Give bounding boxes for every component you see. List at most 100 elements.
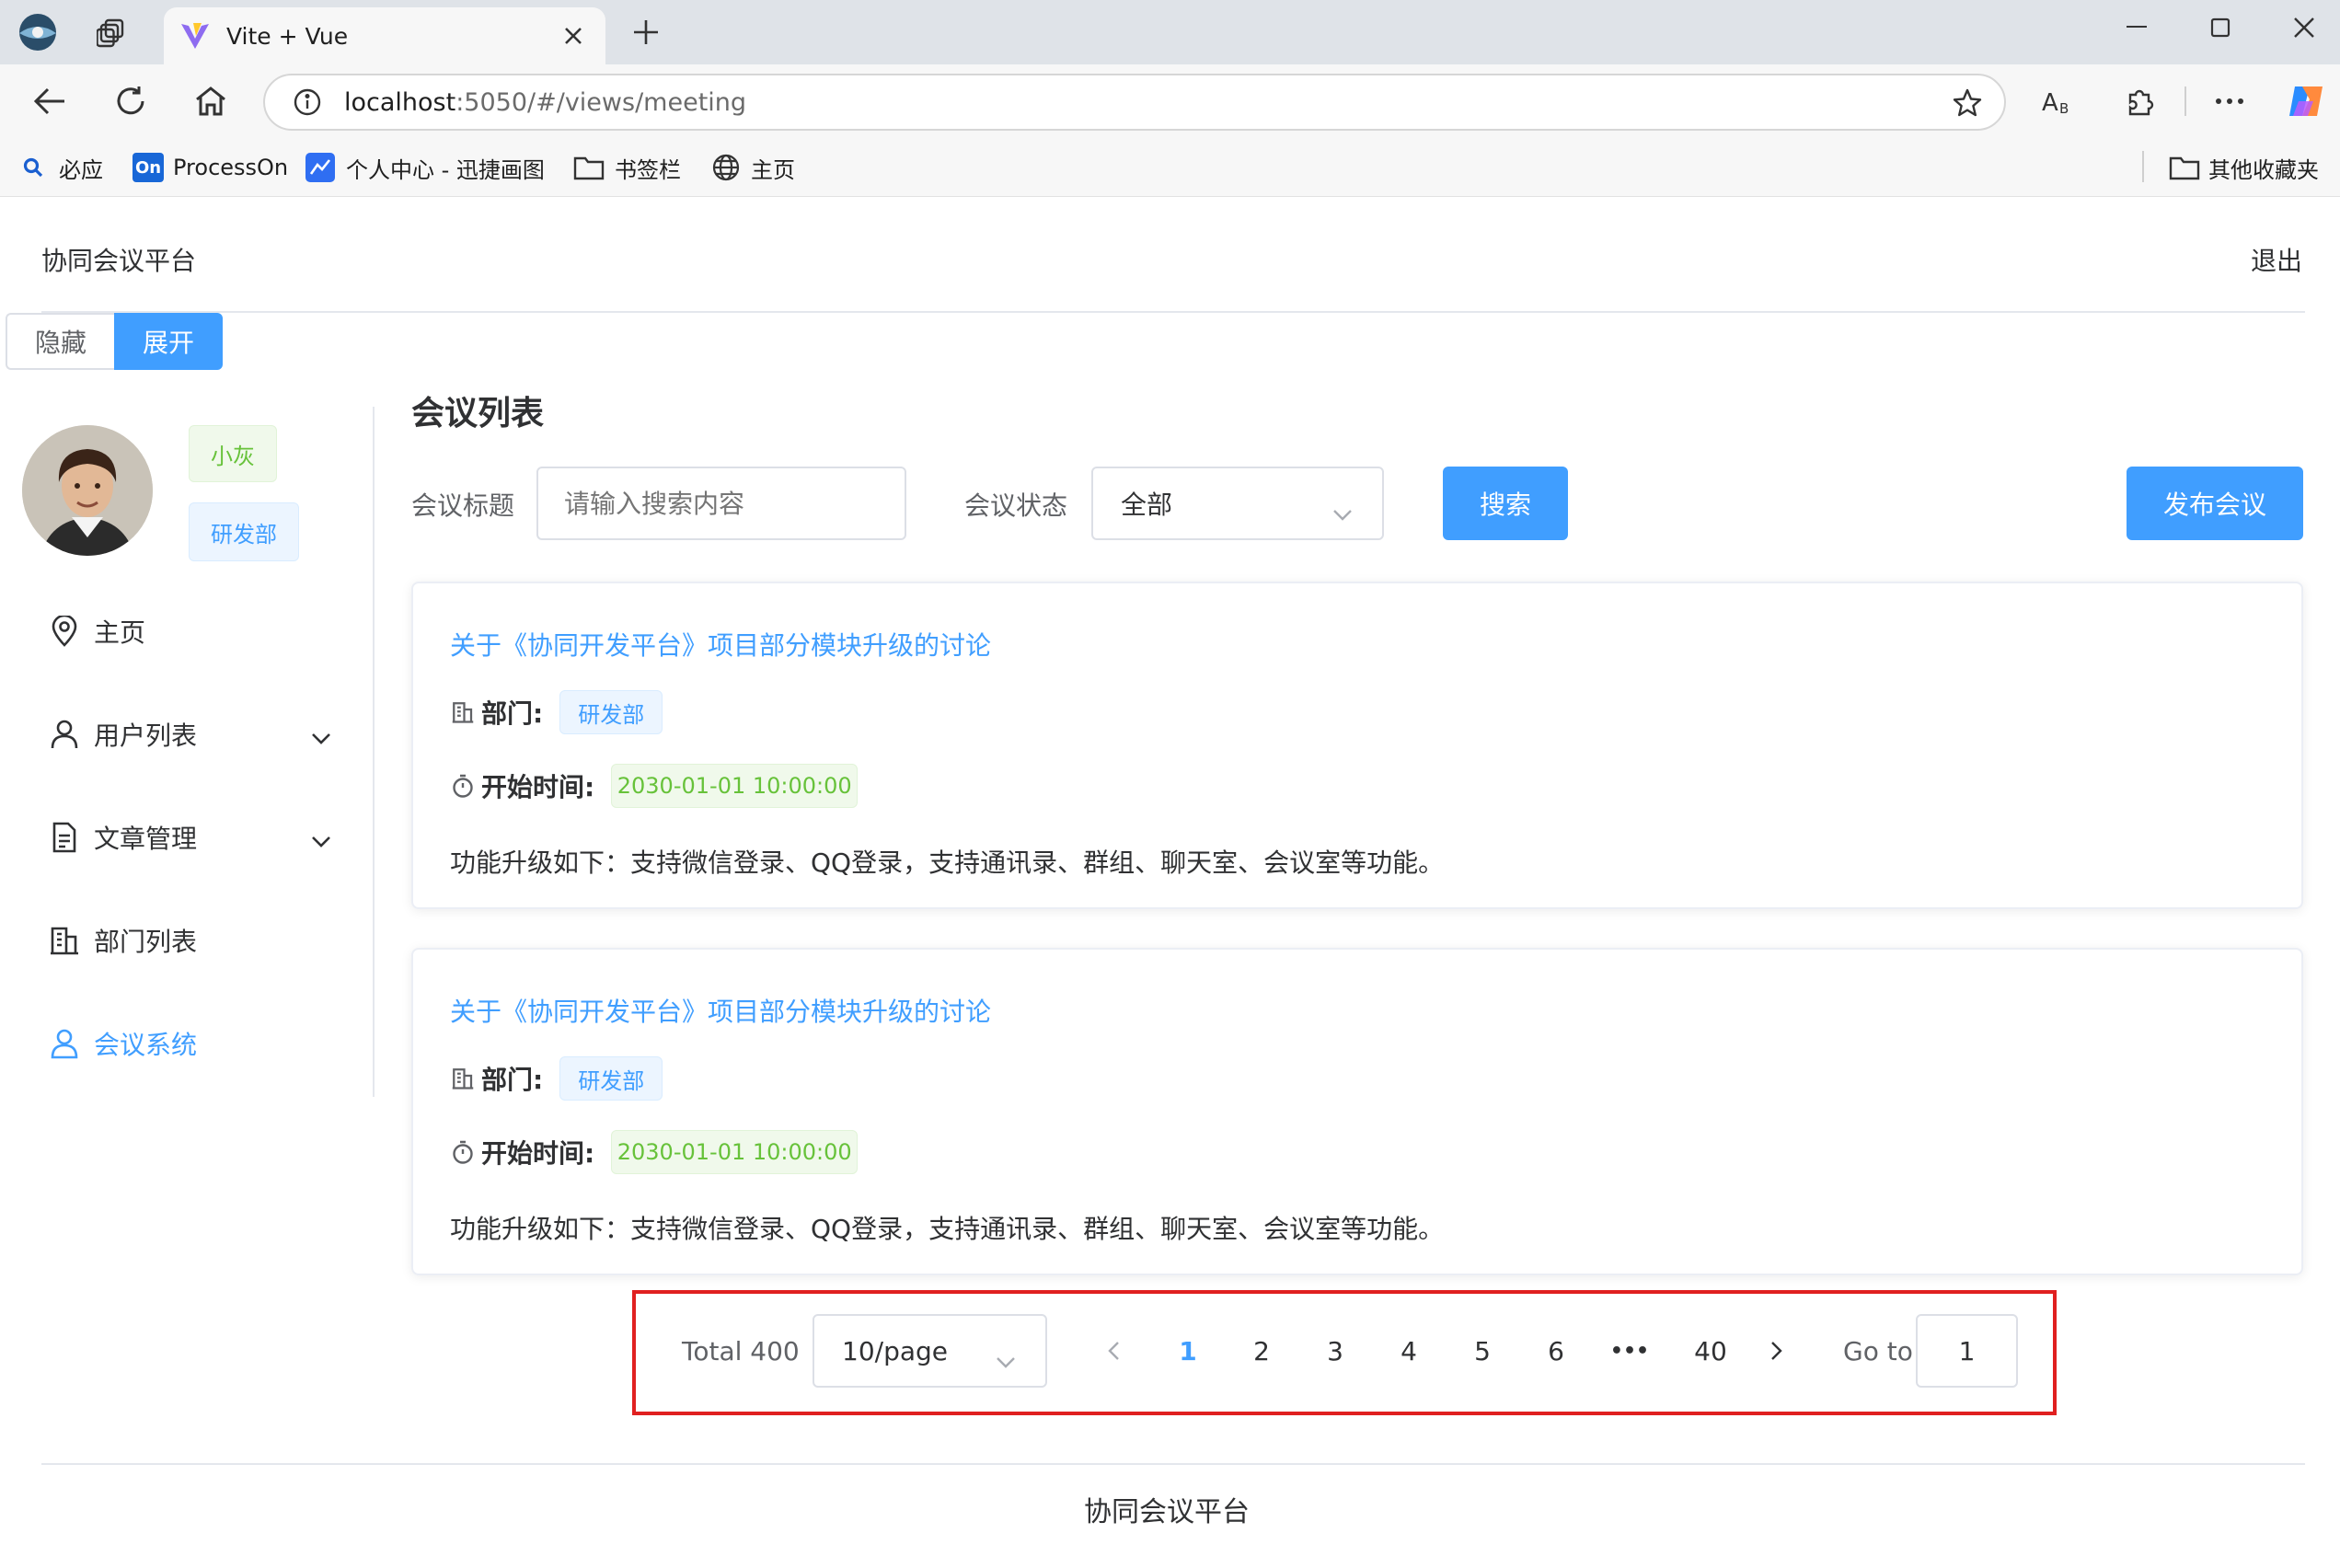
page-number[interactable]: 4 — [1383, 1325, 1435, 1377]
page-number[interactable]: 40 — [1677, 1325, 1744, 1377]
bookmark-label: ProcessOn — [173, 155, 289, 180]
extensions-icon[interactable] — [2116, 77, 2164, 125]
bookmark-label: 书签栏 — [615, 156, 681, 183]
other-bookmarks-label: 其他收藏夹 — [2208, 156, 2319, 183]
bookmark-item[interactable]: On ProcessOn — [133, 151, 288, 184]
user-department-tag: 研发部 — [189, 502, 299, 561]
address-bar[interactable]: localhost:5050/#/views/meeting — [263, 74, 2006, 131]
chevron-down-icon — [1332, 498, 1353, 528]
sidebar-item-article-management[interactable]: 文章管理 — [48, 810, 342, 865]
prev-page-icon[interactable] — [1088, 1325, 1139, 1377]
refresh-icon[interactable] — [107, 77, 155, 125]
meeting-status-select[interactable]: 全部 — [1091, 467, 1384, 540]
page-number[interactable]: 6 — [1530, 1325, 1582, 1377]
office-building-icon — [48, 924, 81, 957]
sidebar-item-home[interactable]: 主页 — [48, 604, 145, 659]
bookmark-item[interactable]: 必应 — [20, 151, 103, 184]
sidebar-item-label: 用户列表 — [94, 721, 198, 751]
department-label: 部门: — [481, 698, 544, 729]
department-tag: 研发部 — [559, 1056, 663, 1101]
meeting-card-department-row: 部门: 研发部 — [450, 690, 663, 734]
processon-icon: On — [133, 153, 164, 182]
meeting-card-title[interactable]: 关于《协同开发平台》项目部分模块升级的讨论 — [450, 626, 991, 663]
meeting-card-title[interactable]: 关于《协同开发平台》项目部分模块升级的讨论 — [450, 992, 991, 1029]
page-title: 会议列表 — [411, 395, 545, 432]
chevron-down-icon — [311, 721, 331, 752]
more-options-icon[interactable] — [2206, 77, 2254, 125]
goto-page-value: 1 — [1958, 1335, 1976, 1366]
timer-icon — [450, 1140, 476, 1164]
office-building-icon — [450, 701, 476, 723]
start-time-tag: 2030-01-01 10:00:00 — [611, 764, 859, 808]
start-time-label: 开始时间: — [481, 1138, 595, 1169]
meeting-card-department-row: 部门: 研发部 — [450, 1056, 663, 1101]
start-time-label: 开始时间: — [481, 772, 595, 802]
bookmark-item[interactable]: 个人中心 - 迅捷画图 — [305, 151, 545, 184]
meeting-card-description: 功能升级如下：支持微信登录、QQ登录，支持通讯录、群组、聊天室、会议室等功能。 — [450, 847, 1445, 878]
page-number[interactable]: 1 — [1162, 1325, 1214, 1377]
browser-tab-strip: Vite + Vue — [0, 0, 2340, 64]
next-page-icon[interactable] — [1751, 1325, 1803, 1377]
expand-sidebar-button[interactable]: 展开 — [114, 313, 223, 370]
page-size-value: 10/page — [842, 1335, 948, 1366]
close-tab-icon[interactable] — [558, 20, 589, 52]
page-number[interactable]: 3 — [1309, 1325, 1361, 1377]
footer-text: 协同会议平台 — [1084, 1496, 1250, 1528]
search-button[interactable]: 搜索 — [1443, 467, 1568, 540]
bookmarks-bar: 必应 On ProcessOn 个人中心 - 迅捷画图 书签栏 主页 其他收藏夹 — [0, 138, 2340, 197]
bookmark-item[interactable]: 书签栏 — [572, 151, 681, 184]
meeting-title-label: 会议标题 — [411, 490, 515, 521]
user-icon — [48, 718, 81, 751]
header-divider — [41, 311, 2305, 313]
bookmark-item[interactable]: 主页 — [710, 151, 795, 184]
chevron-down-icon — [996, 1345, 1016, 1376]
timer-icon — [450, 774, 476, 798]
svg-text:A: A — [2042, 89, 2058, 116]
sidebar-item-meeting-system[interactable]: 会议系统 — [48, 1016, 197, 1071]
minimize-icon[interactable] — [2113, 4, 2161, 52]
meeting-status-value: 全部 — [1121, 490, 1173, 520]
goto-page-input[interactable]: 1 — [1916, 1314, 2018, 1388]
url-text: localhost:5050/#/views/meeting — [344, 87, 747, 117]
maximize-icon[interactable] — [2196, 4, 2244, 52]
toolbar-separator — [2184, 86, 2186, 116]
read-aloud-icon[interactable]: AB — [2034, 77, 2081, 125]
sidebar-item-department-list[interactable]: 部门列表 — [48, 913, 197, 968]
browser-toolbar: localhost:5050/#/views/meeting AB — [0, 64, 2340, 138]
workspaces-icon[interactable] — [88, 8, 136, 56]
bing-search-icon — [20, 157, 46, 178]
meeting-card: 关于《协同开发平台》项目部分模块升级的讨论 部门: 研发部 开始时间: 2030… — [411, 582, 2303, 909]
department-tag: 研发部 — [559, 690, 663, 734]
bookmark-label: 个人中心 - 迅捷画图 — [346, 156, 545, 183]
page-number[interactable]: 5 — [1457, 1325, 1508, 1377]
meeting-card-time-row: 开始时间: 2030-01-01 10:00:00 — [450, 1130, 859, 1174]
copilot-icon[interactable] — [2282, 77, 2330, 125]
new-tab-icon[interactable] — [622, 8, 670, 56]
vite-logo-icon — [179, 19, 212, 52]
meeting-title-input[interactable] — [536, 467, 906, 540]
favorite-star-icon[interactable] — [1951, 86, 1984, 120]
browser-tab[interactable]: Vite + Vue — [164, 7, 605, 64]
back-icon[interactable] — [26, 77, 74, 125]
pagination-total: Total 400 — [682, 1336, 800, 1366]
tab-title: Vite + Vue — [226, 22, 349, 50]
footer-divider — [41, 1463, 2305, 1465]
page-number[interactable]: 2 — [1236, 1325, 1287, 1377]
meeting-card-time-row: 开始时间: 2030-01-01 10:00:00 — [450, 764, 859, 808]
home-icon[interactable] — [187, 77, 235, 125]
globe-icon — [710, 153, 742, 182]
other-bookmarks[interactable]: 其他收藏夹 — [2168, 151, 2319, 184]
bookmarks-separator — [2142, 151, 2144, 182]
bookmark-label: 主页 — [751, 156, 795, 183]
hide-sidebar-button[interactable]: 隐藏 — [6, 313, 114, 370]
page-size-select[interactable]: 10/page — [813, 1314, 1047, 1388]
logout-link[interactable]: 退出 — [2251, 241, 2302, 278]
sidebar-item-user-list[interactable]: 用户列表 — [48, 707, 342, 762]
more-pages-ellipsis[interactable]: ••• — [1604, 1325, 1655, 1377]
publish-meeting-button[interactable]: 发布会议 — [2127, 467, 2303, 540]
site-info-icon[interactable] — [291, 86, 324, 119]
location-icon — [48, 615, 81, 648]
browser-profile-icon[interactable] — [15, 11, 61, 53]
meeting-card: 关于《协同开发平台》项目部分模块升级的讨论 部门: 研发部 开始时间: 2030… — [411, 948, 2303, 1275]
close-window-icon[interactable] — [2280, 4, 2328, 52]
